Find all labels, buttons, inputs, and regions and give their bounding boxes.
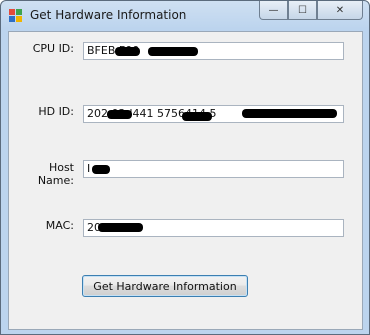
window-controls: — ☐ ✕ <box>259 1 363 21</box>
redaction-mark <box>92 165 110 174</box>
mac-label: MAC: <box>45 219 74 232</box>
hd-id-field[interactable]: 202 02d441 5756414 5 <box>83 105 344 123</box>
redaction-mark <box>242 109 337 118</box>
close-button[interactable]: ✕ <box>317 1 363 20</box>
app-window: Get Hardware Information — ☐ ✕ CPU ID: B… <box>0 0 370 335</box>
redaction-mark <box>148 47 198 56</box>
maximize-icon: ☐ <box>298 4 307 16</box>
host-name-value: I <box>87 162 91 175</box>
minimize-button[interactable]: — <box>259 1 288 20</box>
redaction-mark <box>115 47 140 56</box>
app-icon <box>9 9 23 23</box>
cpu-id-label: CPU ID: <box>32 42 74 55</box>
form-client-area: CPU ID: BFEB F00 HD ID: 202 02d441 57564… <box>8 31 363 330</box>
host-name-label: Host Name: <box>37 161 74 187</box>
close-icon: ✕ <box>335 4 345 16</box>
redaction-mark <box>182 112 212 121</box>
redaction-mark <box>107 110 132 119</box>
get-hardware-info-button[interactable]: Get Hardware Information <box>82 275 248 297</box>
cpu-id-field[interactable]: BFEB F00 <box>83 42 344 60</box>
title-bar[interactable]: Get Hardware Information — ☐ ✕ <box>1 1 369 31</box>
host-name-field[interactable]: I <box>83 160 344 178</box>
mac-field[interactable]: 20 E7A11 <box>83 219 344 237</box>
redaction-mark <box>98 223 143 232</box>
minimize-icon: — <box>268 4 279 16</box>
window-title: Get Hardware Information <box>30 8 187 22</box>
hd-id-label: HD ID: <box>38 105 74 118</box>
maximize-button[interactable]: ☐ <box>288 1 317 20</box>
